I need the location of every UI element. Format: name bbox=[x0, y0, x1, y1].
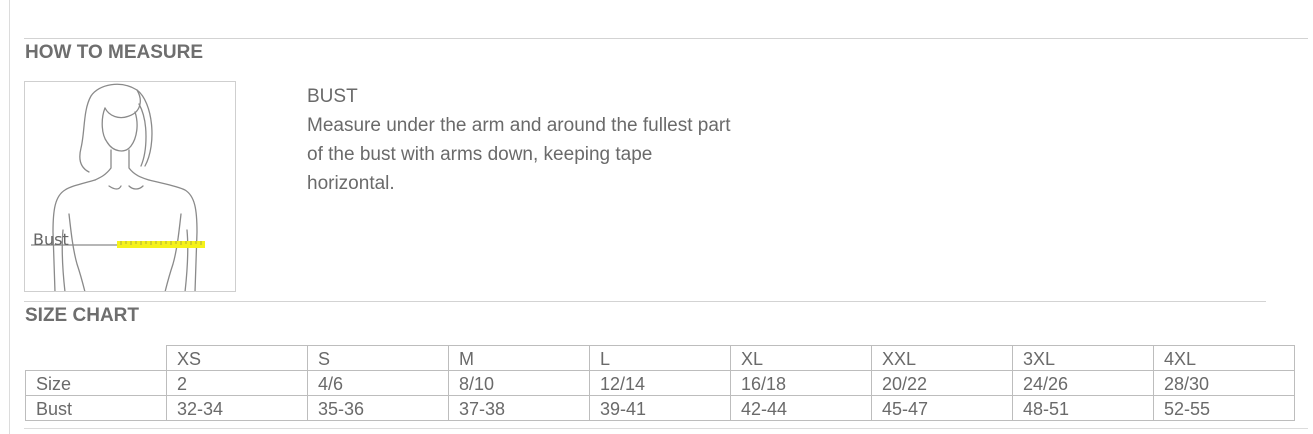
table-cell: 2 bbox=[166, 370, 308, 396]
size-header-cell: XXL bbox=[871, 345, 1013, 371]
size-header-cell: XS bbox=[166, 345, 308, 371]
section-divider bbox=[24, 301, 1266, 302]
row-label: Size bbox=[25, 370, 167, 396]
bust-figure-label: Bust bbox=[33, 230, 69, 249]
size-chart-title: SIZE CHART bbox=[25, 305, 139, 326]
table-row: Bust 32-34 35-36 37-38 39-41 42-44 45-47… bbox=[25, 395, 1295, 421]
measure-item-title: BUST bbox=[307, 86, 358, 107]
size-chart-table: XS S M L XL XXL 3XL 4XL Size 2 4/6 8/10 … bbox=[25, 345, 1295, 421]
table-cell: 32-34 bbox=[166, 395, 308, 421]
how-to-measure-title: HOW TO MEASURE bbox=[25, 42, 204, 63]
table-cell: 35-36 bbox=[307, 395, 449, 421]
table-cell: 4/6 bbox=[307, 370, 449, 396]
size-header-cell: 4XL bbox=[1153, 345, 1295, 371]
table-cell: 42-44 bbox=[730, 395, 872, 421]
table-cell: 52-55 bbox=[1153, 395, 1295, 421]
measure-item-description: Measure under the arm and around the ful… bbox=[307, 115, 731, 194]
size-header-cell: 3XL bbox=[1012, 345, 1154, 371]
table-cell: 37-38 bbox=[448, 395, 590, 421]
table-cell: 16/18 bbox=[730, 370, 872, 396]
table-cell: 12/14 bbox=[589, 370, 731, 396]
measure-instructions: BUST Measure under the arm and around th… bbox=[307, 82, 737, 198]
left-border bbox=[9, 0, 10, 434]
table-cell: 45-47 bbox=[871, 395, 1013, 421]
size-header-cell: L bbox=[589, 345, 731, 371]
table-cell: 28/30 bbox=[1153, 370, 1295, 396]
table-cell: 48-51 bbox=[1012, 395, 1154, 421]
measure-figure: Bust bbox=[24, 81, 236, 292]
table-cell: 39-41 bbox=[589, 395, 731, 421]
bottom-divider bbox=[24, 428, 1308, 429]
table-cell: 24/26 bbox=[1012, 370, 1154, 396]
table-cell: 20/22 bbox=[871, 370, 1013, 396]
size-header-cell: S bbox=[307, 345, 449, 371]
row-label: Bust bbox=[25, 395, 167, 421]
table-corner bbox=[25, 345, 167, 371]
size-header-cell: XL bbox=[730, 345, 872, 371]
size-header-row: XS S M L XL XXL 3XL 4XL bbox=[25, 345, 1295, 371]
top-divider bbox=[24, 38, 1308, 39]
table-row: Size 2 4/6 8/10 12/14 16/18 20/22 24/26 … bbox=[25, 370, 1295, 396]
size-header-cell: M bbox=[448, 345, 590, 371]
woman-silhouette-illustration bbox=[31, 83, 205, 291]
table-cell: 8/10 bbox=[448, 370, 590, 396]
